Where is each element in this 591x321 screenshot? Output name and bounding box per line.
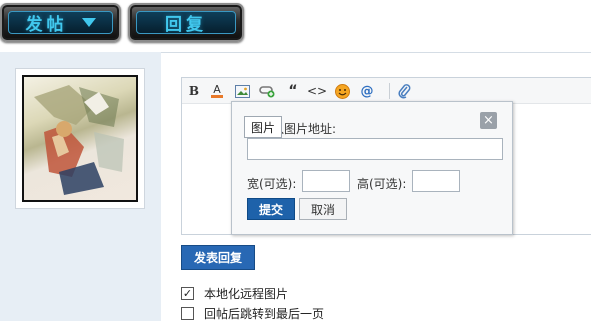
font-color-icon: A [211, 84, 223, 98]
paperclip-icon [398, 84, 411, 99]
smiley-icon [334, 83, 350, 99]
localize-images-label: 本地化远程图片 [204, 287, 289, 301]
avatar[interactable] [15, 68, 145, 209]
font-color-swatch [211, 95, 223, 98]
width-input[interactable] [302, 170, 350, 192]
image-url-input[interactable] [247, 138, 503, 160]
image-tab[interactable]: 图片 [244, 116, 283, 138]
reply-label: 回复 [165, 15, 207, 35]
avatar-artwork [34, 85, 124, 195]
toolbar-separator [389, 83, 390, 99]
new-post-label: 发帖 [25, 15, 68, 35]
insert-image-dialog: 入图片地址: 图片 × 宽(可选): 高(可选): 提交 取消 [231, 101, 513, 235]
attach-button[interactable] [396, 83, 412, 99]
font-color-letter: A [213, 83, 221, 96]
height-input[interactable] [412, 170, 460, 192]
font-color-button[interactable]: A [209, 83, 225, 99]
submit-button[interactable]: 提交 [247, 198, 295, 220]
send-reply-button[interactable]: 发表回复 [181, 245, 255, 270]
header-divider [161, 52, 591, 53]
reply-button[interactable]: 回复 [128, 3, 244, 42]
insert-link-button[interactable] [259, 83, 275, 99]
new-post-button[interactable]: 发帖 [0, 3, 121, 42]
code-button[interactable]: <> [307, 83, 327, 99]
dropdown-arrow-icon [81, 18, 96, 27]
quote-button[interactable]: “ [285, 83, 301, 99]
width-label: 宽(可选): [247, 177, 297, 191]
new-post-button-face: 发帖 [8, 11, 113, 35]
option-jump-to-last-page[interactable]: 回帖后跳转到最后一页 [181, 305, 324, 321]
localize-images-checkbox[interactable]: ✓ [181, 287, 194, 300]
jump-last-page-label: 回帖后跳转到最后一页 [204, 307, 325, 321]
link-icon [259, 86, 275, 98]
option-localize-remote-images[interactable]: ✓ 本地化远程图片 [181, 285, 288, 302]
close-icon[interactable]: × [480, 112, 497, 129]
jump-last-page-checkbox[interactable] [181, 307, 194, 320]
image-icon [234, 84, 250, 98]
smiley-button[interactable] [334, 83, 350, 99]
height-label: 高(可选): [357, 177, 407, 191]
insert-image-button[interactable] [234, 83, 250, 99]
avatar-image [22, 75, 138, 202]
bold-button[interactable]: B [186, 83, 202, 99]
mention-button[interactable]: @ [359, 83, 375, 99]
reply-button-face: 回复 [136, 11, 236, 35]
cancel-button[interactable]: 取消 [299, 198, 347, 220]
